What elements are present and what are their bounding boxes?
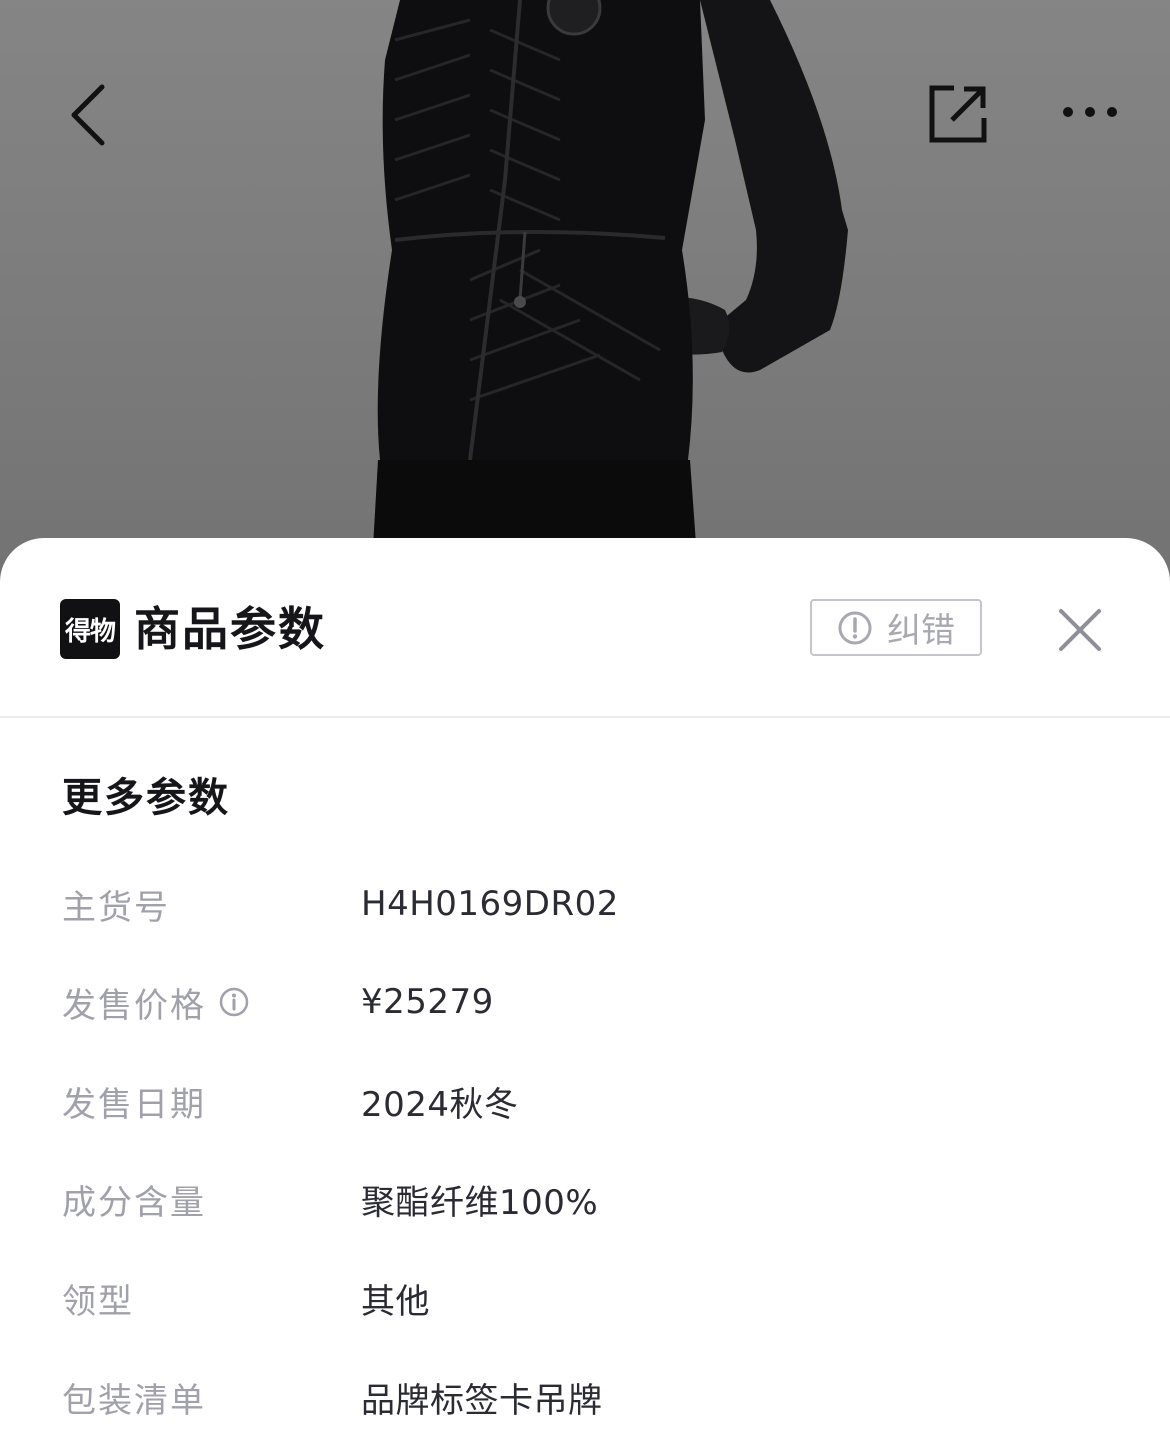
report-error-label: 纠错 [887,611,955,651]
param-label: 发售日期 [62,1077,206,1126]
param-label: 成分含量 [62,1175,206,1224]
chevron-left-icon [71,84,105,146]
more-dots-icon [1063,107,1117,117]
param-label-text: 领型 [62,1281,134,1322]
param-value: 聚酯纤维100% [361,1182,599,1223]
product-params-sheet: 得物 商品参数 纠错 更多参数 主货号 H4H0169DR02 发售价格 ¥25… [0,538,1170,1438]
section-title: 更多参数 [62,775,230,821]
sheet-header: 得物 商品参数 纠错 [0,538,1170,718]
param-row: 包装清单 品牌标签卡吊牌 [0,1367,1170,1427]
report-error-button[interactable]: 纠错 [810,599,982,656]
info-icon[interactable] [218,986,250,1018]
sheet-title: 商品参数 [134,602,326,656]
exclamation-circle-icon [838,611,872,644]
param-value: ¥25279 [361,982,494,1022]
param-value: 品牌标签卡吊牌 [361,1380,603,1421]
param-label: 主货号 [62,880,170,929]
param-label-text: 主货号 [62,887,170,928]
param-label: 包装清单 [62,1373,206,1422]
param-row: 发售价格 ¥25279 [0,972,1170,1032]
param-label-text: 发售价格 [62,985,206,1026]
param-row: 领型 其他 [0,1268,1170,1328]
param-row: 发售日期 2024秋冬 [0,1071,1170,1131]
app-logo-text: 得物 [64,616,116,647]
info-icon-graphic [219,987,249,1017]
param-label-text: 包装清单 [62,1380,206,1421]
app-logo: 得物 [60,599,120,659]
back-button[interactable] [48,70,128,160]
param-label-text: 成分含量 [62,1182,206,1223]
close-button[interactable] [1050,600,1110,660]
param-label-text: 发售日期 [62,1084,206,1125]
param-value: 2024秋冬 [361,1084,519,1125]
share-button[interactable] [916,72,1000,156]
param-value: 其他 [361,1281,430,1322]
param-row: 主货号 H4H0169DR02 [0,874,1170,934]
param-value: H4H0169DR02 [361,884,619,924]
param-label: 领型 [62,1274,134,1323]
more-button[interactable] [1050,80,1130,144]
share-external-icon [929,85,987,143]
param-row: 成分含量 聚酯纤维100% [0,1169,1170,1229]
param-label: 发售价格 [62,978,250,1027]
close-icon [1059,609,1101,651]
